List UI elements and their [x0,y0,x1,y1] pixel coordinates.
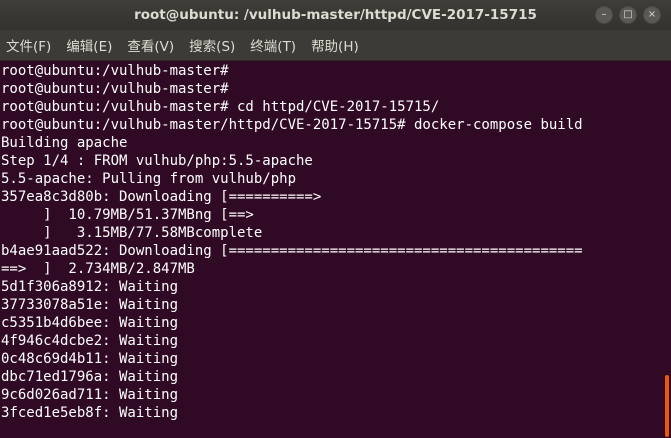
terminal-line: 357ea8c3d80b: Downloading [==========> [1,189,322,205]
terminal-lines: root@ubuntu:/vulhub-master# root@ubuntu:… [1,62,583,422]
terminal-line: Step 1/4 : FROM vulhub/php:5.5-apache [1,153,313,169]
terminal-window: root@ubuntu: /vulhub-master/httpd/CVE-20… [0,0,671,438]
terminal-line: ==> ] 2.734MB/2.847MB [1,261,195,277]
menu-bar: 文件(F) 编辑(E) 查看(V) 搜索(S) 终端(T) 帮助(H) [0,30,671,61]
menu-file[interactable]: 文件(F) [0,35,57,55]
terminal-line: 9c6d026ad711: Waiting [1,387,179,403]
window-controls: – □ × [595,6,661,24]
menu-help[interactable]: 帮助(H) [305,35,365,55]
window-title: root@ubuntu: /vulhub-master/httpd/CVE-20… [134,7,537,23]
maximize-button[interactable]: □ [619,6,637,24]
terminal-line: ] 10.79MB/51.37MBng [==> [1,207,254,223]
terminal-line: 5.5-apache: Pulling from vulhub/php [1,171,297,187]
terminal-line: Building apache [1,135,128,151]
terminal-line: 5d1f306a8912: Waiting [1,279,179,295]
terminal-line: 3fced1e5eb8f: Waiting [1,405,179,421]
menu-edit[interactable]: 编辑(E) [60,35,118,55]
title-bar[interactable]: root@ubuntu: /vulhub-master/httpd/CVE-20… [0,0,671,30]
terminal-line: root@ubuntu:/vulhub-master# cd httpd/CVE… [1,99,440,115]
terminal-line: root@ubuntu:/vulhub-master# [1,63,229,79]
terminal-line: root@ubuntu:/vulhub-master# [1,81,229,97]
close-button[interactable]: × [643,6,661,24]
terminal-line: 4f946c4dcbe2: Waiting [1,333,179,349]
terminal-line: 37733078a51e: Waiting [1,297,179,313]
terminal-line: b4ae91aad522: Downloading [=============… [1,243,583,259]
terminal-line: c5351b4d6bee: Waiting [1,315,179,331]
menu-search[interactable]: 搜索(S) [183,35,241,55]
menu-view[interactable]: 查看(V) [121,35,180,55]
terminal-output-area[interactable]: root@ubuntu:/vulhub-master# root@ubuntu:… [0,61,663,438]
terminal-line: 0c48c69d4b11: Waiting [1,351,179,367]
scrollbar-thumb[interactable] [665,375,669,437]
minimize-button[interactable]: – [595,6,613,24]
terminal-line: dbc71ed1796a: Waiting [1,369,179,385]
vertical-scrollbar[interactable] [663,61,671,438]
terminal-line: ] 3.15MB/77.58MBcomplete [1,225,263,241]
menu-terminal[interactable]: 终端(T) [244,35,302,55]
terminal-line: root@ubuntu:/vulhub-master/httpd/CVE-201… [1,117,583,133]
